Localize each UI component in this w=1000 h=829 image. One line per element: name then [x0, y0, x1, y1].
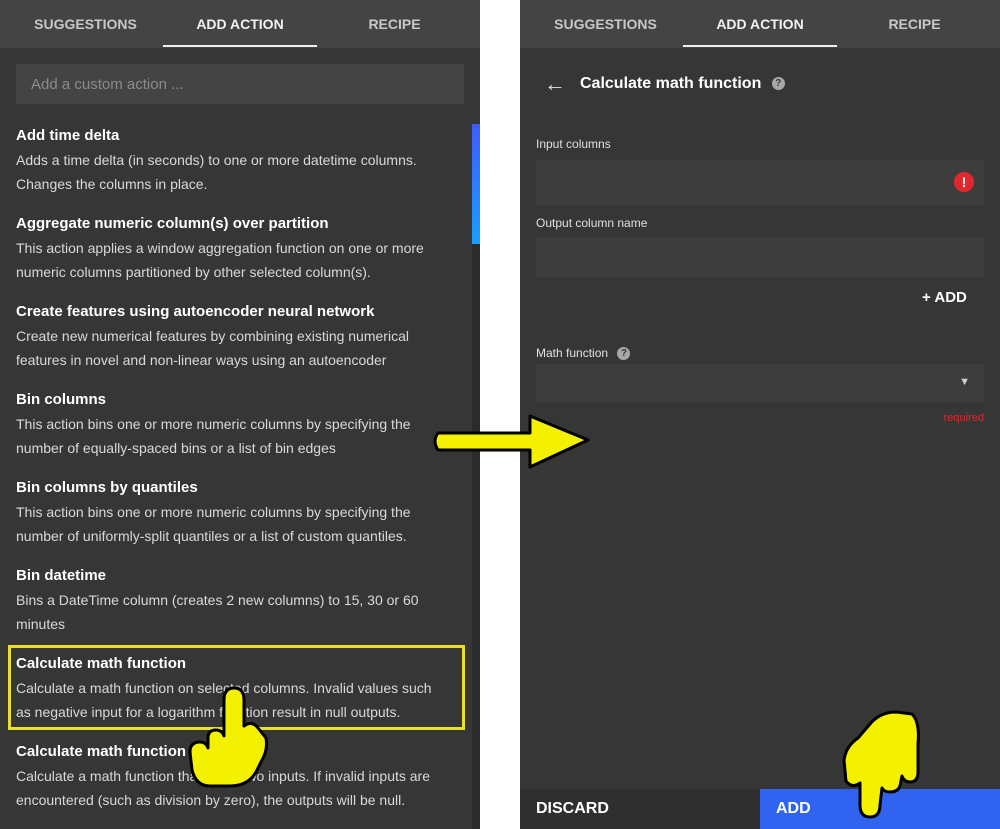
pointing-hand-icon — [842, 710, 920, 819]
pointing-hand-icon — [188, 686, 268, 788]
annotation-overlay — [188, 414, 920, 819]
arrow-right-icon — [433, 414, 590, 469]
